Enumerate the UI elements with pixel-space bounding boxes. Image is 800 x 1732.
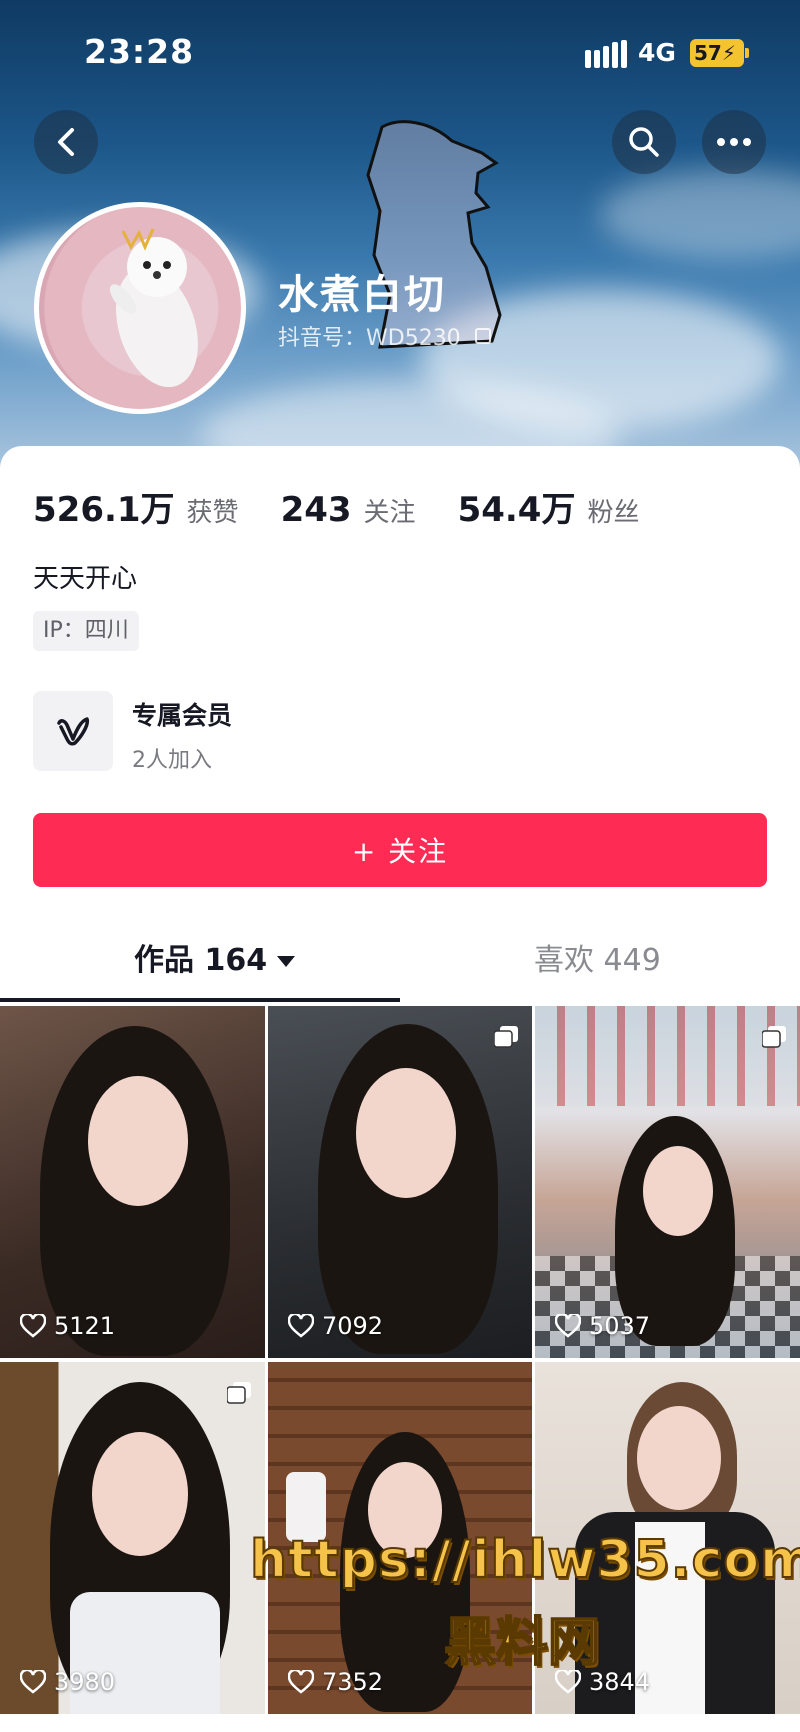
more-icon xyxy=(717,138,751,146)
following-label[interactable]: 关注 xyxy=(364,492,416,529)
multi-image-icon xyxy=(227,1382,251,1404)
back-button[interactable] xyxy=(34,110,98,174)
video-tile[interactable]: 5121 xyxy=(0,1006,265,1358)
video-tile[interactable]: 3980 xyxy=(0,1362,265,1714)
video-like-count: 5121 xyxy=(20,1312,115,1340)
likes-received-count: 526.1万 xyxy=(33,490,175,530)
ip-badge: IP：四川 xyxy=(33,611,139,651)
battery-level: 57 xyxy=(694,41,722,65)
douyin-id[interactable]: 抖音号：WD5230 xyxy=(278,320,491,352)
avatar[interactable] xyxy=(34,202,246,414)
heart-icon xyxy=(20,1314,46,1338)
video-like-count-text: 3980 xyxy=(54,1668,116,1696)
heart-icon xyxy=(288,1314,314,1338)
video-like-count: 5037 xyxy=(555,1312,650,1340)
multi-image-icon xyxy=(494,1026,518,1048)
video-like-count-text: 5121 xyxy=(54,1312,116,1340)
tab-works[interactable]: 作品 164 xyxy=(134,916,296,1006)
video-tile[interactable]: 5037 xyxy=(535,1006,800,1358)
status-time: 23:28 xyxy=(84,32,195,71)
heart-icon xyxy=(555,1314,581,1338)
member-entry[interactable] xyxy=(33,691,113,771)
member-v-icon xyxy=(57,717,90,746)
search-icon xyxy=(629,127,659,157)
watermark-url: https://ihlw35.com xyxy=(249,1529,800,1591)
content-tabs: 作品 164 喜欢 449 xyxy=(0,916,800,1006)
battery-indicator: 57⚡ xyxy=(690,39,749,67)
avatar-dog-image xyxy=(109,228,198,388)
search-button[interactable] xyxy=(612,110,676,174)
followers-count[interactable]: 54.4万 xyxy=(458,482,576,531)
signal-icon xyxy=(585,40,627,68)
heart-icon xyxy=(20,1670,46,1694)
member-title[interactable]: 专属会员 xyxy=(132,696,232,732)
following-count[interactable]: 243 xyxy=(281,490,352,530)
watermark-name: 黑料网 xyxy=(443,1612,601,1674)
network-label: 4G xyxy=(638,38,676,67)
follow-button[interactable]: + 关注 xyxy=(33,813,767,887)
caret-down-icon xyxy=(277,956,296,967)
heart-icon xyxy=(288,1670,314,1694)
likes-received-label: 获赞 xyxy=(186,498,239,528)
back-icon xyxy=(58,128,74,156)
multi-image-icon xyxy=(762,1026,786,1048)
video-like-count: 7352 xyxy=(288,1668,383,1696)
active-tab-indicator xyxy=(0,998,400,1002)
video-like-count-text: 7092 xyxy=(322,1312,384,1340)
video-like-count-text: 5037 xyxy=(589,1312,651,1340)
copy-icon[interactable] xyxy=(474,328,491,344)
member-subtitle: 2人加入 xyxy=(132,748,212,773)
more-button[interactable] xyxy=(702,110,766,174)
stats-row: 526.1万 获赞 243 关注 54.4万 粉丝 xyxy=(33,482,669,531)
status-bar: 23:28 4G 57⚡ xyxy=(0,0,800,104)
tab-works-label: 作品 164 xyxy=(134,943,268,978)
tab-likes[interactable]: 喜欢 449 xyxy=(534,916,661,1006)
video-tile[interactable]: 7092 xyxy=(268,1006,532,1358)
douyin-id-text: 抖音号：WD5230 xyxy=(278,326,461,351)
followers-label[interactable]: 粉丝 xyxy=(587,492,639,529)
video-like-count-text: 7352 xyxy=(322,1668,384,1696)
video-like-count: 7092 xyxy=(288,1312,383,1340)
video-like-count: 3980 xyxy=(20,1668,115,1696)
bio-text: 天天开心 xyxy=(33,564,138,594)
profile-name: 水煮白切 xyxy=(278,272,446,318)
